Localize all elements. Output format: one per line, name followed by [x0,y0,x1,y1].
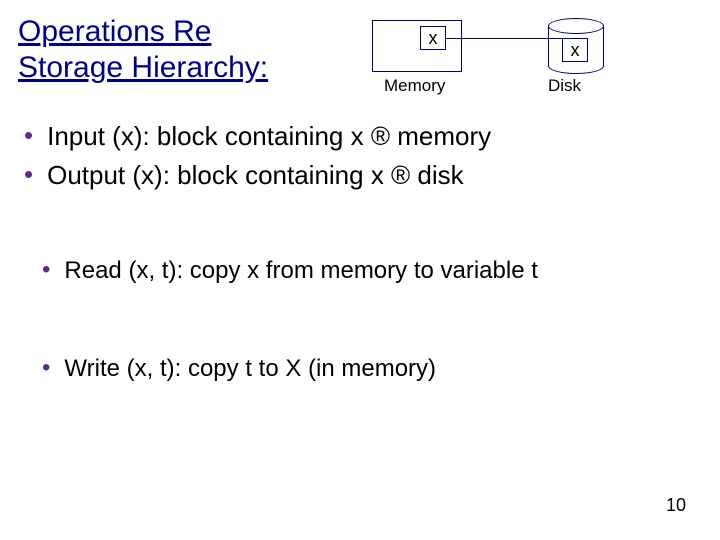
x-in-memory: x [420,26,446,50]
memory-label: Memory [384,76,445,96]
bullet-icon: • [24,120,33,151]
bullet-icon: • [42,354,50,383]
bullet-text: Input (x): block containing x ® memory [47,120,491,153]
storage-diagram: x x Memory Disk [372,20,672,98]
page-number: 10 [666,495,686,516]
bullet-text: Output (x): block containing x ® disk [47,159,464,192]
bullet-group-1: • Input (x): block containing x ® memory… [24,120,491,197]
bullet-write: • Write (x, t): copy t to X (in memory) [42,354,436,384]
slide-title: Operations Re Storage Hierarchy: [18,14,268,86]
bullet-icon: • [42,256,50,285]
bullet-text: Write (x, t): copy t to X (in memory) [64,354,436,384]
bullet-text: Read (x, t): copy x from memory to varia… [64,256,537,286]
x-on-disk: x [562,38,588,62]
bullet-group-2: • Read (x, t): copy x from memory to var… [42,256,538,292]
bullet-group-3: • Write (x, t): copy t to X (in memory) [42,354,436,390]
disk-label: Disk [548,76,581,96]
slide: Operations Re Storage Hierarchy: x x Mem… [0,0,720,540]
bullet-output: • Output (x): block containing x ® disk [24,159,491,192]
bullet-input: • Input (x): block containing x ® memory [24,120,491,153]
bullet-read: • Read (x, t): copy x from memory to var… [42,256,538,286]
transfer-line [446,38,562,39]
bullet-icon: • [24,159,33,190]
memory-box [372,20,462,72]
